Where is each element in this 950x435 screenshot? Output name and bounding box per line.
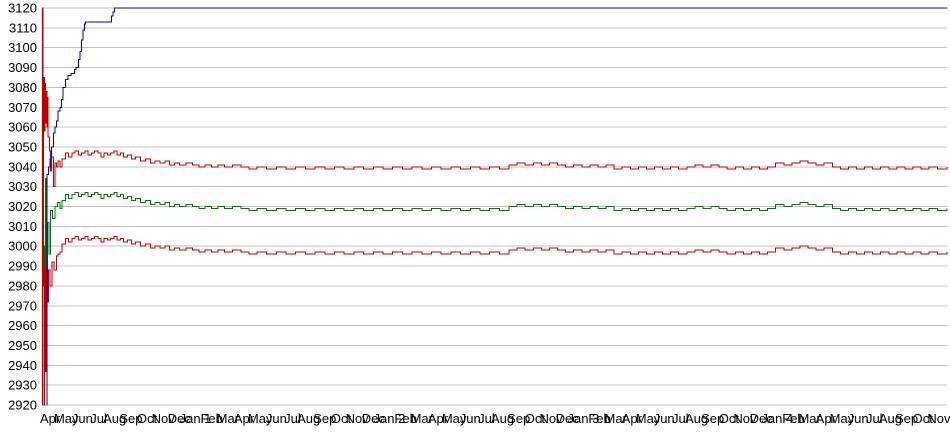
- y-axis-label: 3080: [8, 80, 37, 95]
- y-axis-label: 2940: [8, 358, 37, 373]
- y-axis-label: 3050: [8, 139, 37, 154]
- y-axis-label: 2970: [8, 298, 37, 313]
- x-axis-label: Nov: [927, 411, 950, 426]
- y-axis-label: 3100: [8, 40, 37, 55]
- y-axis-label: 3030: [8, 179, 37, 194]
- y-axis-label: 3060: [8, 120, 37, 135]
- y-axis-label: 3120: [8, 1, 37, 16]
- y-axis-label: 3110: [9, 20, 37, 35]
- y-axis-label: 2930: [8, 378, 37, 393]
- y-axis-label: 2980: [8, 278, 37, 293]
- series-path-red-lower-line: [43, 235, 948, 406]
- line-chart: 3120 3110 3100 3090 3080 3070 3060 3050 3040 3030…: [0, 0, 950, 435]
- y-axis-label: 3000: [8, 239, 37, 254]
- series-path-green-middle-line: [43, 178, 948, 317]
- y-axis-label: 2920: [8, 398, 37, 413]
- y-axis-label: 3070: [8, 100, 37, 115]
- y-axis-label: 3010: [8, 219, 37, 234]
- y-axis-label: 2950: [8, 338, 37, 353]
- y-axis-label: 3040: [8, 159, 37, 174]
- y-axis-label: 2990: [8, 259, 37, 274]
- y-axis-label: 2960: [8, 318, 37, 333]
- y-axis-label: 3020: [8, 199, 37, 214]
- y-axis-label: 3090: [8, 60, 37, 75]
- chart-svg: 3120 3110 3100 3090 3080 3070 3060 3050 3040 3030…: [8, 1, 950, 427]
